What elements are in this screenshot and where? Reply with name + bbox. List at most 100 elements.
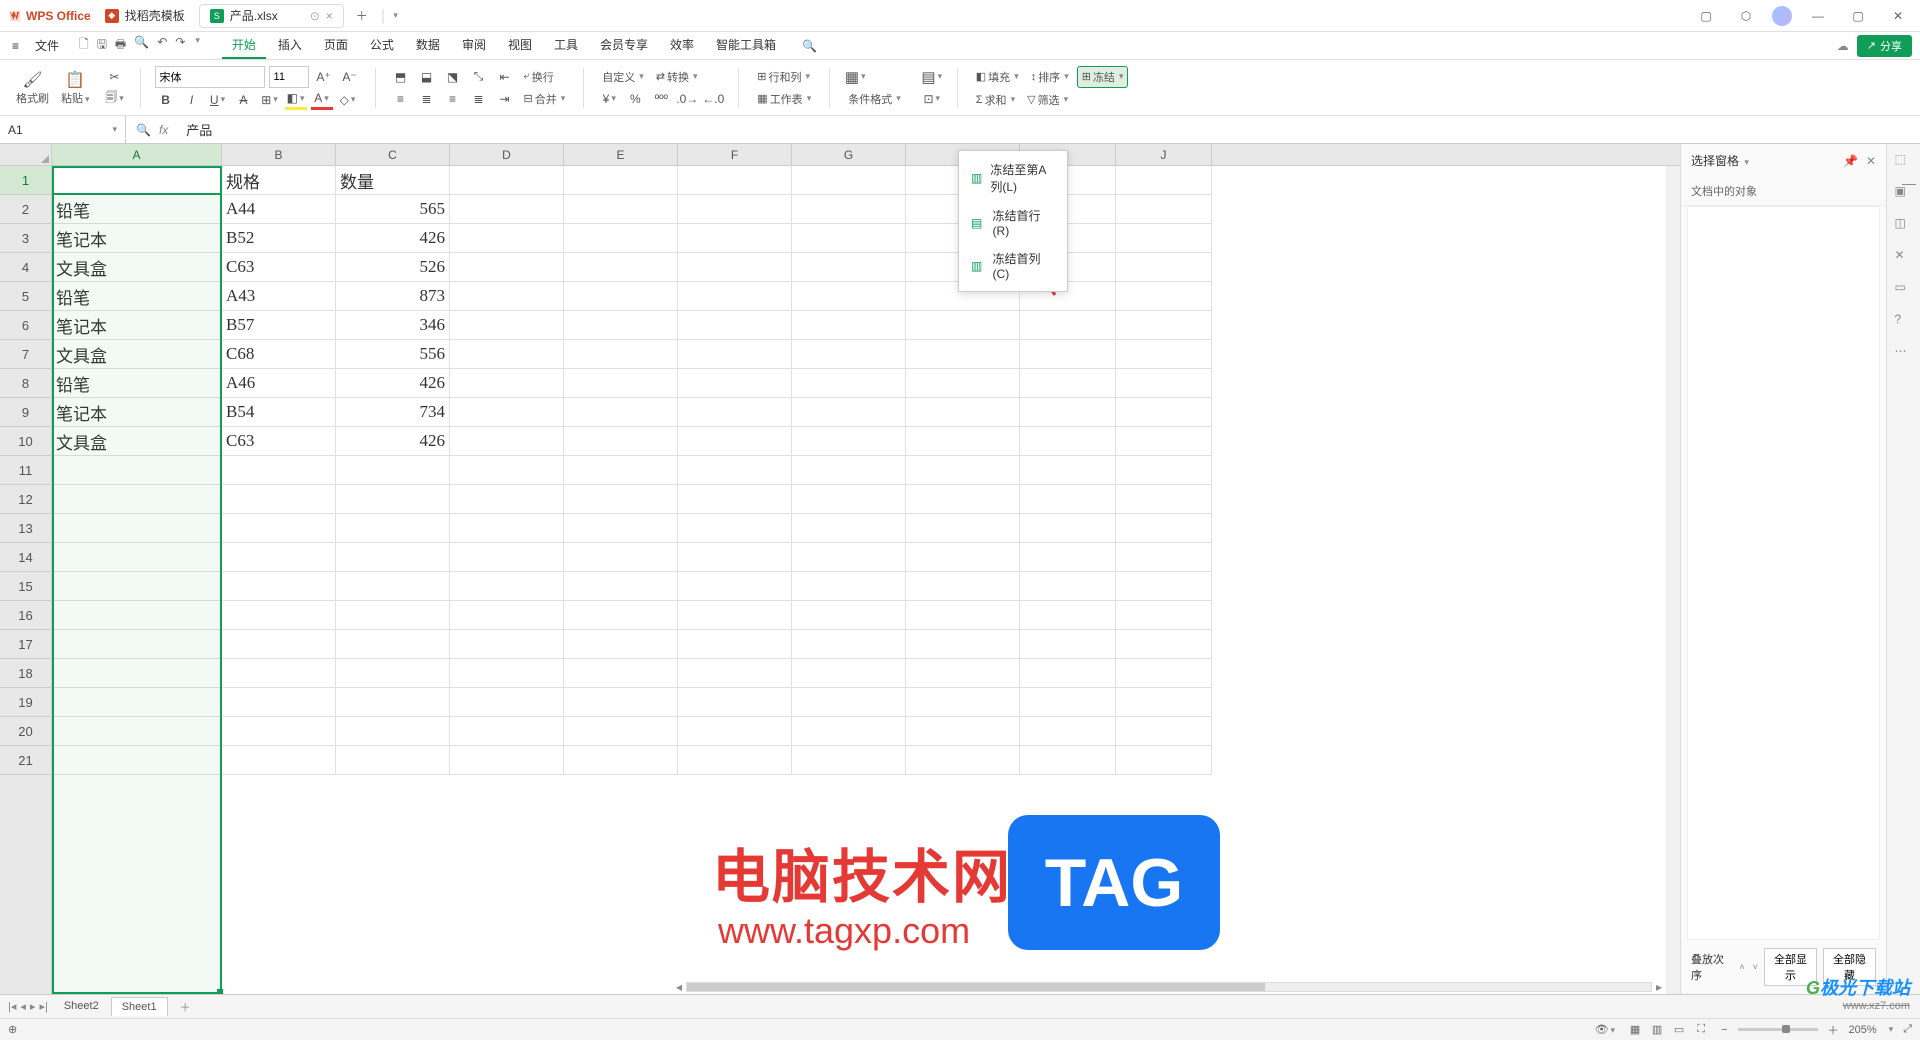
share-button[interactable]: ↗ 分享	[1857, 35, 1912, 57]
indent-dec-icon[interactable]: ⇤	[494, 67, 516, 87]
freeze-button[interactable]: ⊞ 冻结▾	[1077, 66, 1129, 88]
cell-E4[interactable]	[564, 253, 678, 282]
row-header-13[interactable]: 13	[0, 514, 51, 543]
normal-view-icon[interactable]: ▦	[1625, 1022, 1645, 1038]
cell-J3[interactable]	[1116, 224, 1212, 253]
cell-style-icon[interactable]: ▤▾	[921, 67, 943, 87]
cell-E6[interactable]	[564, 311, 678, 340]
italic-icon[interactable]: I	[181, 90, 203, 110]
cell-C2[interactable]: 565	[336, 195, 450, 224]
ribbon-tab-插入[interactable]: 插入	[268, 32, 312, 59]
redo-icon[interactable]: ↷	[175, 35, 185, 56]
cell-E3[interactable]	[564, 224, 678, 253]
align-right-icon[interactable]: ≡	[442, 89, 464, 109]
cell-G17[interactable]	[792, 630, 906, 659]
cell-G7[interactable]	[792, 340, 906, 369]
cell-D10[interactable]	[450, 427, 564, 456]
cell-E7[interactable]	[564, 340, 678, 369]
cell-G2[interactable]	[792, 195, 906, 224]
cell-H17[interactable]	[906, 630, 1020, 659]
add-sheet-button[interactable]: ＋	[174, 999, 197, 1015]
cell-E20[interactable]	[564, 717, 678, 746]
show-all-button[interactable]: 全部显示	[1764, 948, 1817, 986]
help-icon[interactable]: ?	[1895, 312, 1913, 330]
cell-I7[interactable]	[1020, 340, 1116, 369]
cell-C18[interactable]	[336, 659, 450, 688]
row-header-9[interactable]: 9	[0, 398, 51, 427]
cell-D11[interactable]	[450, 456, 564, 485]
cell-E2[interactable]	[564, 195, 678, 224]
cell-G11[interactable]	[792, 456, 906, 485]
underline-icon[interactable]: U▾	[207, 90, 229, 110]
cell-D19[interactable]	[450, 688, 564, 717]
percent-icon[interactable]: %	[624, 89, 646, 109]
format-painter-button[interactable]: 🖌 格式刷	[12, 70, 53, 106]
more-icon[interactable]: ⋯	[1895, 344, 1913, 362]
column-header-G[interactable]: G	[792, 144, 906, 165]
cell-A4[interactable]: 文具盒	[52, 253, 222, 282]
cell-J17[interactable]	[1116, 630, 1212, 659]
row-header-10[interactable]: 10	[0, 427, 51, 456]
cell-I17[interactable]	[1020, 630, 1116, 659]
cell-A12[interactable]	[52, 485, 222, 514]
cell-G18[interactable]	[792, 659, 906, 688]
column-header-B[interactable]: B	[222, 144, 336, 165]
ribbon-tab-公式[interactable]: 公式	[360, 32, 404, 59]
cell-E8[interactable]	[564, 369, 678, 398]
cell-C3[interactable]: 426	[336, 224, 450, 253]
cell-B14[interactable]	[222, 543, 336, 572]
cell-J6[interactable]	[1116, 311, 1212, 340]
row-header-14[interactable]: 14	[0, 543, 51, 572]
select-tool-icon[interactable]: ⬚	[1895, 152, 1913, 170]
cell-C11[interactable]	[336, 456, 450, 485]
cell-A5[interactable]: 铅笔	[52, 282, 222, 311]
cell-E15[interactable]	[564, 572, 678, 601]
cell-J21[interactable]	[1116, 746, 1212, 775]
ribbon-tab-审阅[interactable]: 审阅	[452, 32, 496, 59]
cell-H7[interactable]	[906, 340, 1020, 369]
cell-D16[interactable]	[450, 601, 564, 630]
row-header-8[interactable]: 8	[0, 369, 51, 398]
tab-add-button[interactable]: ＋	[348, 3, 376, 28]
align-left-icon[interactable]: ≡	[390, 89, 412, 109]
comma-icon[interactable]: ººº	[650, 89, 672, 109]
cell-H10[interactable]	[906, 427, 1020, 456]
vertical-scrollbar[interactable]	[1666, 166, 1680, 994]
strikethrough-icon[interactable]: A	[233, 90, 255, 110]
row-header-4[interactable]: 4	[0, 253, 51, 282]
cell-C14[interactable]	[336, 543, 450, 572]
paste-button[interactable]: 📋 粘贴▾	[57, 70, 94, 106]
cell-J10[interactable]	[1116, 427, 1212, 456]
sum-button[interactable]: Σ 求和▾	[972, 90, 1019, 110]
cell-E16[interactable]	[564, 601, 678, 630]
cell-H19[interactable]	[906, 688, 1020, 717]
align-center-icon[interactable]: ≣	[416, 89, 438, 109]
cell-H6[interactable]	[906, 311, 1020, 340]
cell-G4[interactable]	[792, 253, 906, 282]
column-header-F[interactable]: F	[678, 144, 792, 165]
tab-list-dropdown[interactable]: ▾	[393, 10, 398, 21]
cell-G21[interactable]	[792, 746, 906, 775]
fill-handle[interactable]	[217, 989, 223, 994]
cell-I11[interactable]	[1020, 456, 1116, 485]
sort-button[interactable]: ↕ 排序▾	[1027, 67, 1073, 87]
cell-C20[interactable]	[336, 717, 450, 746]
cell-A10[interactable]: 文具盒	[52, 427, 222, 456]
cell-A2[interactable]: 铅笔	[52, 195, 222, 224]
cell-C19[interactable]	[336, 688, 450, 717]
cube-icon[interactable]: ⬡	[1732, 4, 1760, 28]
save-icon[interactable]: 🖫	[97, 35, 107, 56]
cell-B2[interactable]: A44	[222, 195, 336, 224]
reader-icon[interactable]: ▢	[1692, 4, 1720, 28]
cell-G15[interactable]	[792, 572, 906, 601]
align-middle-icon[interactable]: ⬓	[416, 67, 438, 87]
cell-F19[interactable]	[678, 688, 792, 717]
row-header-11[interactable]: 11	[0, 456, 51, 485]
cell-A20[interactable]	[52, 717, 222, 746]
cell-E14[interactable]	[564, 543, 678, 572]
cell-A7[interactable]: 文具盒	[52, 340, 222, 369]
cell-B18[interactable]	[222, 659, 336, 688]
cell-J5[interactable]	[1116, 282, 1212, 311]
cell-F20[interactable]	[678, 717, 792, 746]
cell-J16[interactable]	[1116, 601, 1212, 630]
